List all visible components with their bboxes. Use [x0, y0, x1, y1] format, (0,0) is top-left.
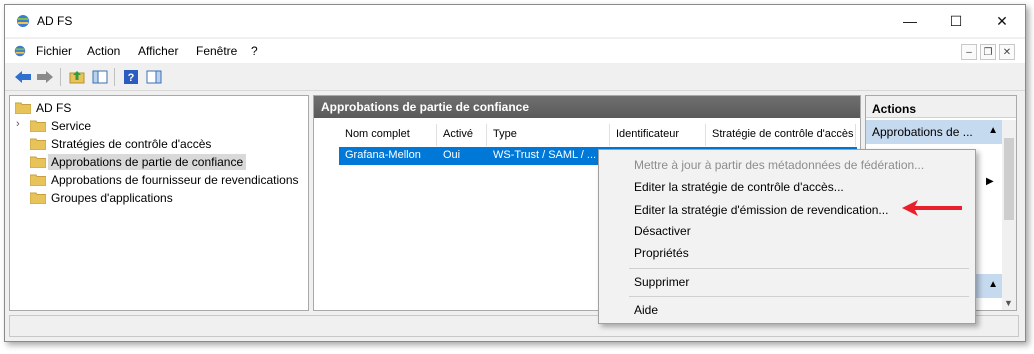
tree-item-label: AD FS: [36, 101, 72, 115]
folder-icon: [29, 174, 47, 187]
menu-separator: [629, 268, 969, 269]
tree-item-label: Groupes d'applications: [51, 191, 173, 205]
column-header-policy[interactable]: Stratégie de contrôle d'accès: [706, 124, 856, 146]
menu-fichier[interactable]: Fichier: [36, 44, 72, 58]
show-hide-action-pane-icon[interactable]: [144, 67, 164, 87]
minimize-button[interactable]: —: [887, 5, 933, 37]
toolbar: ?: [5, 63, 1025, 91]
mdi-close-button[interactable]: ✕: [999, 44, 1015, 60]
up-folder-icon[interactable]: [67, 67, 87, 87]
menu-fenetre[interactable]: Fenêtre: [196, 44, 237, 58]
tree-item-relying-party-trusts[interactable]: Approbations de partie de confiance: [29, 153, 247, 171]
menu-bar: Fichier Action Afficher Fenêtre ? – ❐ ✕: [5, 39, 1025, 63]
console-tree: AD FS › Service Stratégies de contrôle d…: [9, 95, 309, 311]
actions-title: Actions: [866, 96, 1016, 118]
column-header-enabled[interactable]: Activé: [437, 124, 487, 146]
menu-action[interactable]: Action: [87, 44, 120, 58]
title-bar: AD FS — ☐ ✕: [5, 5, 1025, 37]
actions-section-header[interactable]: Approbations de ... ▲: [866, 120, 1002, 144]
tree-item-label: Approbations de partie de confiance: [48, 154, 247, 170]
menu-afficher[interactable]: Afficher: [138, 44, 178, 58]
menu-item-disable[interactable]: Désactiver: [599, 220, 975, 242]
collapse-up-icon[interactable]: ▲: [988, 125, 998, 136]
close-button[interactable]: ✕: [979, 5, 1025, 37]
svg-text:?: ?: [128, 72, 135, 84]
menu-item-edit-access-control-policy[interactable]: Editer la stratégie de contrôle d'accès.…: [599, 176, 975, 198]
column-header-type[interactable]: Type: [487, 124, 610, 146]
tree-item-label: Approbations de fournisseur de revendica…: [51, 173, 299, 187]
toolbar-separator: [60, 68, 61, 86]
column-header-name[interactable]: Nom complet: [339, 124, 437, 146]
cell-enabled: Oui: [443, 149, 461, 161]
menu-item-help[interactable]: Aide: [599, 299, 975, 321]
scroll-down-icon[interactable]: ▼: [1004, 298, 1013, 308]
tree-item-claims-provider-trusts[interactable]: Approbations de fournisseur de revendica…: [29, 171, 299, 189]
tree-item-label: Stratégies de contrôle d'accès: [51, 137, 212, 151]
context-menu: Mettre à jour à partir des métadonnées d…: [598, 149, 976, 324]
menu-item-update-from-metadata: Mettre à jour à partir des métadonnées d…: [634, 158, 925, 172]
adfs-app-icon: [15, 13, 31, 32]
tree-item-root[interactable]: AD FS: [14, 99, 72, 117]
window-title: AD FS: [37, 14, 73, 28]
tree-item-label: Service: [51, 119, 92, 133]
back-icon[interactable]: [13, 67, 33, 87]
results-pane-title: Approbations de partie de confiance: [314, 96, 860, 118]
mdi-minimize-button[interactable]: –: [961, 44, 977, 60]
menu-help[interactable]: ?: [251, 44, 258, 58]
collapse-up-icon[interactable]: ▲: [988, 279, 998, 290]
actions-section-label: Approbations de ...: [872, 125, 973, 139]
actions-scrollbar[interactable]: ▼: [1002, 120, 1016, 310]
submenu-arrow-icon[interactable]: ▶: [986, 176, 994, 187]
forward-icon[interactable]: [35, 67, 55, 87]
annotation-arrow-icon: [900, 198, 964, 221]
folder-icon: [29, 120, 47, 133]
cell-type: WS-Trust / SAML / ...: [493, 149, 597, 161]
tree-item-service[interactable]: Service: [29, 117, 92, 135]
folder-icon: [29, 138, 47, 151]
folder-icon: [29, 192, 47, 205]
tree-item-access-control-policies[interactable]: Stratégies de contrôle d'accès: [29, 135, 212, 153]
menu-item-properties[interactable]: Propriétés: [599, 242, 975, 264]
menu-item-delete[interactable]: Supprimer: [599, 271, 975, 293]
column-header-identifier[interactable]: Identificateur: [610, 124, 706, 146]
menu-separator: [629, 296, 969, 297]
mdi-app-icon[interactable]: [13, 44, 27, 61]
folder-icon: [14, 102, 32, 115]
show-hide-tree-icon[interactable]: [90, 67, 110, 87]
scrollbar-thumb[interactable]: [1004, 138, 1014, 220]
folder-icon: [29, 156, 47, 169]
toolbar-separator: [114, 68, 115, 86]
help-icon[interactable]: ?: [121, 67, 141, 87]
tree-item-application-groups[interactable]: Groupes d'applications: [29, 189, 173, 207]
cell-name: Grafana-Mellon: [345, 149, 421, 161]
chevron-right-icon[interactable]: ›: [16, 118, 20, 130]
maximize-button[interactable]: ☐: [933, 5, 979, 37]
mdi-restore-button[interactable]: ❐: [980, 44, 996, 60]
